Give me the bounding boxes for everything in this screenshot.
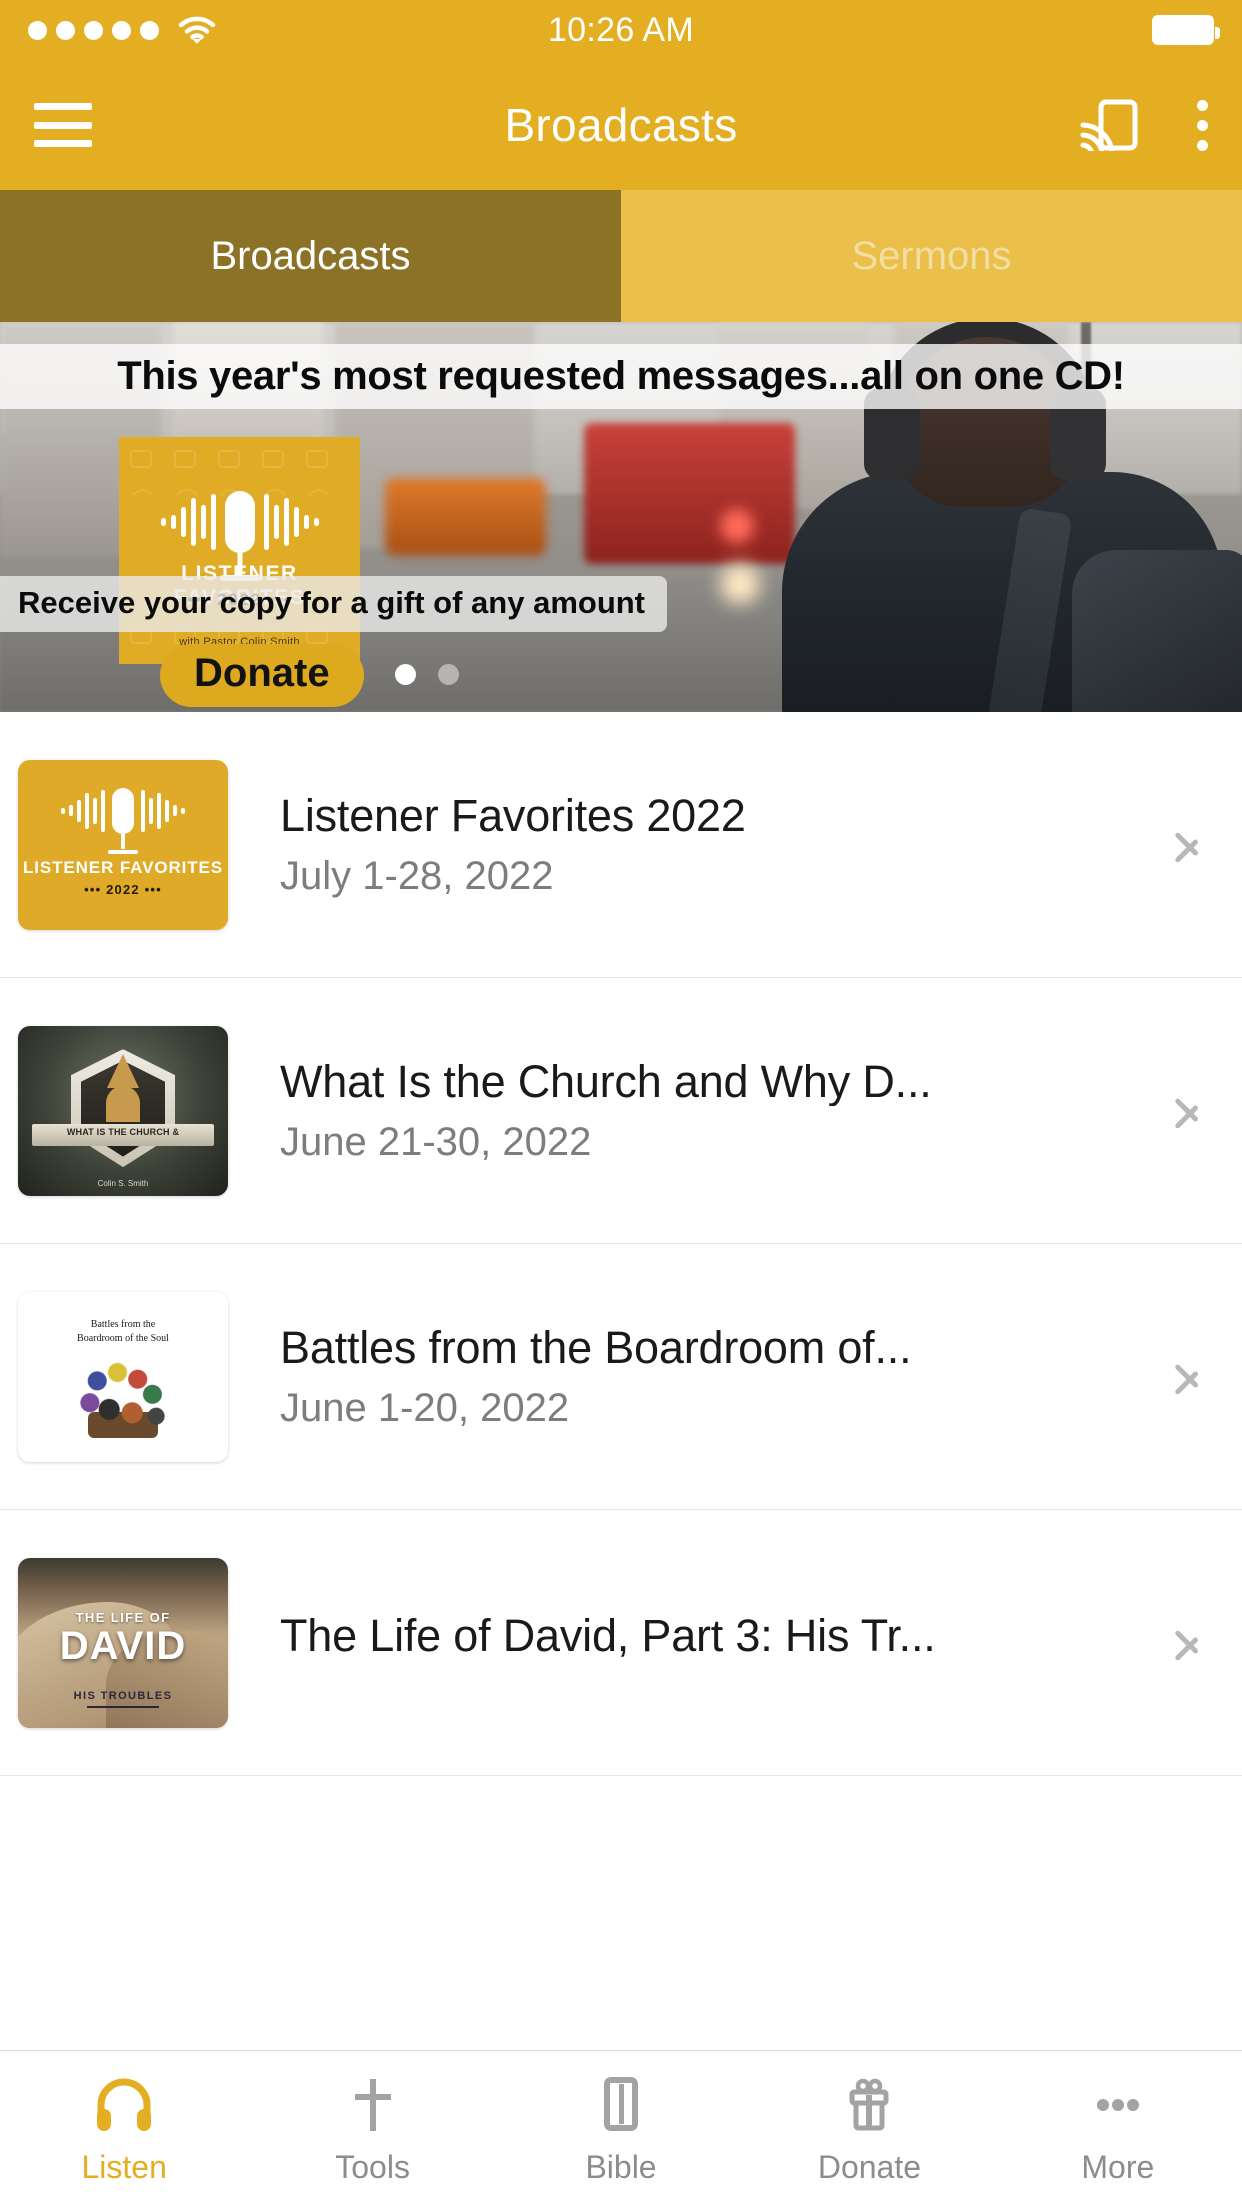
thumb-title-line3: HIS TROUBLES xyxy=(73,1689,173,1702)
nav-item-tools[interactable]: Tools xyxy=(248,2073,496,2186)
row-title: Battles from the Boardroom of... xyxy=(280,1322,912,1373)
thumb-title-line1: LISTENER FAVORITES xyxy=(22,857,224,877)
chevron-right-icon[interactable] xyxy=(1170,1080,1208,1142)
row-thumbnail-wrap: LISTENER FAVORITES ••• 2022 ••• xyxy=(0,759,246,930)
cross-icon xyxy=(342,2073,404,2135)
carousel-dot-2[interactable] xyxy=(438,664,459,685)
thumb-title-line1: THE LIFE OF xyxy=(75,1609,171,1625)
life-of-david-thumbnail: THE LIFE OF DAVID HIS TROUBLES xyxy=(18,1557,228,1728)
gift-icon xyxy=(838,2073,900,2135)
nav-label-bible: Bible xyxy=(585,2149,657,2185)
table-row[interactable]: LISTENER FAVORITES ••• 2022 ••• Listener… xyxy=(0,712,1242,978)
thumb-title-line2: DAVID xyxy=(59,1623,187,1668)
thumb-cap-line2: Boardroom of the Soul xyxy=(77,1332,169,1344)
carousel-pagination-dots[interactable] xyxy=(395,664,459,685)
row-title: The Life of David, Part 3: His Tr... xyxy=(280,1610,936,1661)
nav-label-donate: Donate xyxy=(817,2149,922,2185)
table-row[interactable]: Battles from the Boardroom of the Soul B… xyxy=(0,1244,1242,1510)
page-title: Broadcasts xyxy=(504,99,738,151)
row-text: Battles from the Boardroom of... June 1-… xyxy=(246,1323,1152,1431)
thumb-author: Colin S. Smith xyxy=(97,1178,149,1188)
hero-carousel[interactable]: This year's most requested messages...al… xyxy=(0,322,1242,712)
table-row[interactable]: THE LIFE OF DAVID HIS TROUBLES The Life … xyxy=(0,1510,1242,1776)
broadcast-list: LISTENER FAVORITES ••• 2022 ••• Listener… xyxy=(0,712,1242,1776)
book-icon xyxy=(590,2073,652,2135)
app-bar-actions xyxy=(1080,99,1208,157)
app-screen: 10:26 AM Broadcasts Broadcasts Sermons T… xyxy=(0,0,1242,2208)
status-time: 10:26 AM xyxy=(547,10,695,49)
tab-broadcasts[interactable]: Broadcasts xyxy=(0,190,621,322)
row-title: Listener Favorites 2022 xyxy=(280,790,746,841)
app-bar: Broadcasts xyxy=(0,60,1242,190)
row-thumbnail-wrap: THE LIFE OF DAVID HIS TROUBLES xyxy=(0,1557,246,1728)
chevron-right-icon[interactable] xyxy=(1170,814,1208,876)
row-text: What Is the Church and Why D... June 21-… xyxy=(246,1057,1152,1165)
row-thumbnail-wrap: WHAT IS THE CHURCH & Colin S. Smith xyxy=(0,1025,246,1196)
battles-boardroom-thumbnail: Battles from the Boardroom of the Soul xyxy=(18,1291,228,1462)
hamburger-menu-icon[interactable] xyxy=(34,103,92,147)
ellipsis-icon xyxy=(1087,2073,1149,2135)
headphones-icon xyxy=(93,2073,155,2135)
segment-tab-bar: Broadcasts Sermons xyxy=(0,190,1242,322)
nav-item-listen[interactable]: Listen xyxy=(0,2073,248,2186)
nav-label-more: More xyxy=(1081,2149,1155,2185)
bottom-navigation-bar: Listen Tools Bible Donate More xyxy=(0,2050,1242,2208)
kebab-menu-icon[interactable] xyxy=(1196,99,1208,151)
hero-headline: This year's most requested messages...al… xyxy=(0,344,1242,409)
table-row[interactable]: WHAT IS THE CHURCH & Colin S. Smith What… xyxy=(0,978,1242,1244)
what-is-the-church-thumbnail: WHAT IS THE CHURCH & Colin S. Smith xyxy=(18,1025,228,1196)
chromecast-icon[interactable] xyxy=(1080,99,1138,157)
microphone-waveform-icon xyxy=(119,485,360,581)
chevron-right-icon[interactable] xyxy=(1170,1612,1208,1674)
row-date: July 1-28, 2022 xyxy=(280,854,554,899)
row-text: The Life of David, Part 3: His Tr... xyxy=(246,1611,1152,1675)
listener-favorites-2022-thumbnail: LISTENER FAVORITES ••• 2022 ••• xyxy=(18,759,228,930)
nav-label-tools: Tools xyxy=(335,2149,410,2185)
thumb-title-line2: ••• 2022 ••• xyxy=(84,881,162,897)
row-date: June 21-30, 2022 xyxy=(280,1120,592,1165)
carousel-dot-1[interactable] xyxy=(395,664,416,685)
nav-item-donate[interactable]: Donate xyxy=(745,2073,993,2186)
nav-item-bible[interactable]: Bible xyxy=(497,2073,745,2186)
status-bar: 10:26 AM xyxy=(0,0,1242,60)
status-right xyxy=(1152,15,1220,45)
row-text: Listener Favorites 2022 July 1-28, 2022 xyxy=(246,791,1152,899)
thumb-banner-text: WHAT IS THE CHURCH & xyxy=(66,1126,180,1137)
row-title: What Is the Church and Why D... xyxy=(280,1056,932,1107)
tab-sermons[interactable]: Sermons xyxy=(621,190,1242,322)
hero-caption: Receive your copy for a gift of any amou… xyxy=(0,576,668,632)
row-thumbnail-wrap: Battles from the Boardroom of the Soul xyxy=(0,1291,246,1462)
hero-donate-button[interactable]: Donate xyxy=(160,644,364,707)
nav-label-listen: Listen xyxy=(81,2149,167,2185)
row-date: June 1-20, 2022 xyxy=(280,1386,570,1431)
thumb-cap-line1: Battles from the xyxy=(90,1318,156,1330)
battery-full-icon xyxy=(1152,15,1220,45)
nav-item-more[interactable]: More xyxy=(994,2073,1242,2186)
chevron-right-icon[interactable] xyxy=(1170,1346,1208,1408)
